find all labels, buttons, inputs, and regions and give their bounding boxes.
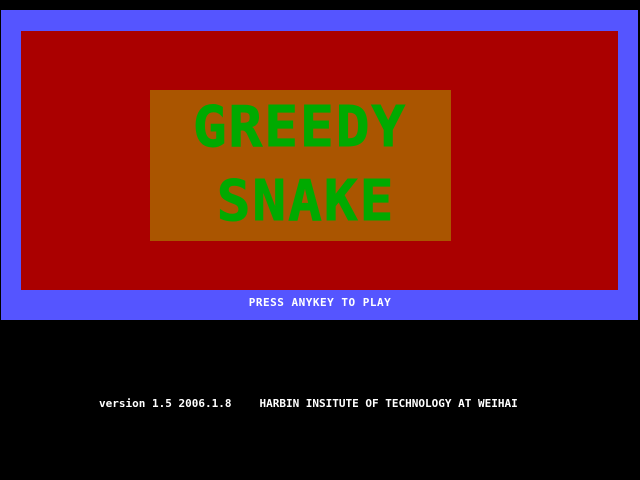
title-screen[interactable]: GREEDY SNAKE PRESS ANYKEY TO PLAY version… <box>0 0 640 480</box>
title-box: GREEDY SNAKE <box>150 90 451 241</box>
version-text: version 1.5 2006.1.8 <box>99 397 232 410</box>
press-any-key-prompt: PRESS ANYKEY TO PLAY <box>248 296 392 309</box>
title-line-greedy: GREEDY <box>193 95 407 160</box>
game-title-art: GREEDY SNAKE <box>192 95 407 235</box>
top-border <box>0 0 640 10</box>
title-line-snake: SNAKE <box>217 169 396 234</box>
organization-text: HARBIN INSITUTE OF TECHNOLOGY AT WEIHAI <box>259 397 518 410</box>
credits-line: version 1.5 2006.1.8 HARBIN INSITUTE OF T… <box>99 395 518 413</box>
